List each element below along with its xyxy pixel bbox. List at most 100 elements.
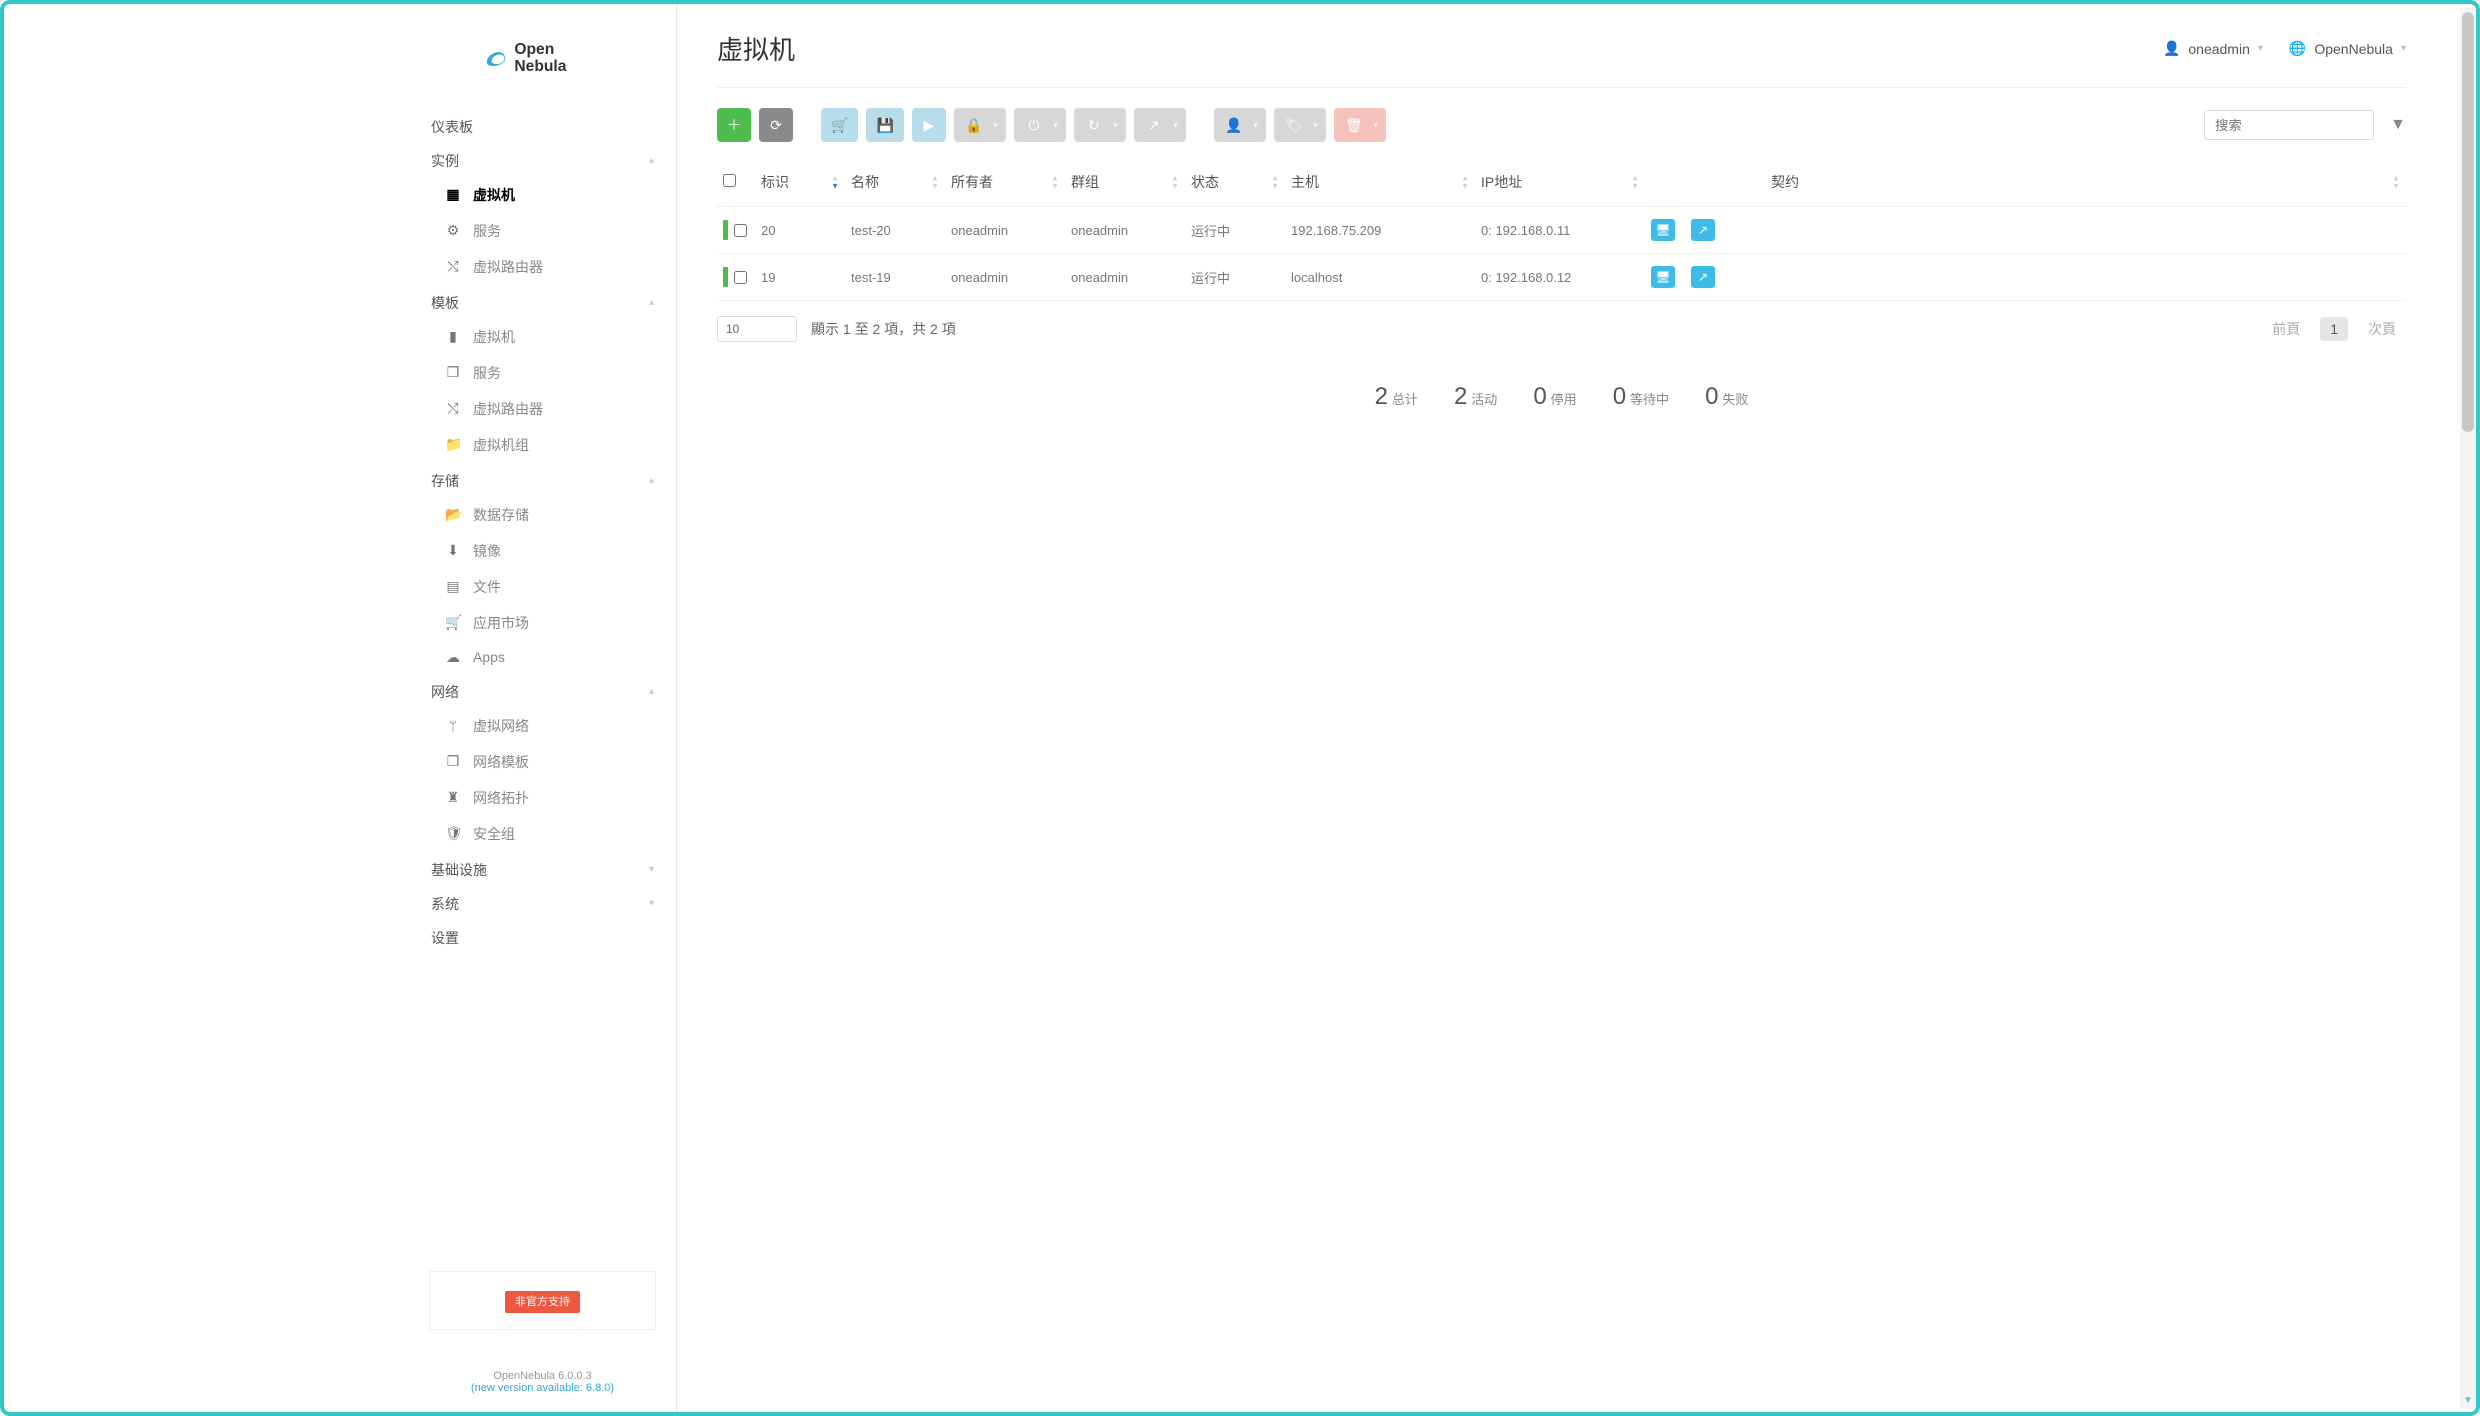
sidebar-item-label: 服务 (473, 363, 501, 383)
lock-menu[interactable]: 🔒 (954, 108, 1006, 142)
external-link-icon: ↗ (1698, 270, 1708, 284)
sidebar-item-tpl-vrouters[interactable]: ⤭ 虚拟路由器 (417, 391, 668, 427)
chevron-down-icon: ▾ (649, 864, 654, 875)
cell-id: 20 (755, 207, 845, 254)
cell-owner: oneadmin (945, 254, 1065, 301)
scroll-thumb[interactable] (2462, 12, 2474, 432)
sidebar-item-vrouters[interactable]: ⤭ 虚拟路由器 (417, 249, 668, 285)
nav-storage[interactable]: 存储 ▴ (417, 463, 668, 497)
col-charter[interactable]: 契约 (1771, 174, 1799, 190)
power-icon: ⏻ (1028, 117, 1039, 134)
shuffle-icon: ⤭ (445, 258, 461, 275)
open-button[interactable]: ↗ (1691, 219, 1715, 241)
label-menu[interactable]: 🏷 (1274, 108, 1326, 142)
sidebar-item-files[interactable]: ▤ 文件 (417, 569, 668, 605)
brand-logo: Open Nebula (409, 22, 676, 109)
owner-menu[interactable]: 👤 (1214, 108, 1266, 142)
migrate-menu[interactable]: ↗ (1134, 108, 1186, 142)
save-button[interactable]: 💾 (866, 108, 903, 142)
col-ip[interactable]: IP地址 (1481, 174, 1522, 190)
scroll-down-icon[interactable]: ▼ (2460, 1395, 2476, 1406)
sidebar-item-services[interactable]: ⚙ 服务 (417, 213, 668, 249)
power-menu[interactable]: ⏻ (1014, 108, 1066, 142)
pager-next[interactable]: 次頁 (2358, 315, 2406, 343)
nav-templates[interactable]: 模板 ▴ (417, 285, 668, 319)
chevron-up-icon: ▴ (649, 475, 654, 486)
chevron-up-icon: ▴ (649, 297, 654, 308)
vm-table: 标识▲▼ 名称▲▼ 所有者▲▼ 群组▲▼ 状态▲▼ 主机▲▼ IP地址▲▼ 契约… (717, 158, 2406, 301)
sidebar-item-topology[interactable]: ♜ 网络拓扑 (417, 780, 668, 816)
refresh-button[interactable]: ⟳ (759, 108, 793, 142)
nav-settings-label: 设置 (431, 928, 459, 948)
user-icon: 👤 (1225, 117, 1242, 134)
nav-network[interactable]: 网络 ▴ (417, 674, 668, 708)
deploy-button[interactable]: 🛒 (821, 108, 858, 142)
shield-icon: 🛡 (445, 825, 461, 842)
nav-instances[interactable]: 实例 ▴ (417, 143, 668, 177)
sidebar-item-tpl-services[interactable]: ❐ 服务 (417, 355, 668, 391)
nav-infra[interactable]: 基础设施 ▾ (417, 852, 668, 886)
sidebar-item-vnets[interactable]: ᛘ 虚拟网络 (417, 708, 668, 744)
col-group[interactable]: 群组 (1071, 174, 1099, 190)
nav-system[interactable]: 系统 ▾ (417, 886, 668, 920)
play-button[interactable]: ▶ (912, 108, 946, 142)
col-name[interactable]: 名称 (851, 174, 879, 190)
delete-menu[interactable]: 🗑 (1334, 108, 1386, 142)
col-id[interactable]: 标识 (761, 174, 789, 190)
sitemap-icon: ♜ (445, 789, 461, 806)
sidebar-item-datastores[interactable]: 📂 数据存储 (417, 497, 668, 533)
cell-owner: oneadmin (945, 207, 1065, 254)
sidebar-item-marketplace[interactable]: 🛒 应用市场 (417, 605, 668, 641)
main-content: 虚拟机 👤 oneadmin ▾ 🌐 OpenNebula ▾ ＋ ⟳ 🛒 💾 (677, 4, 2446, 1412)
row-checkbox[interactable] (734, 224, 747, 237)
svg-text:Nebula: Nebula (514, 58, 566, 75)
sidebar-item-label: 虚拟路由器 (473, 399, 543, 419)
external-link-icon: ↗ (1698, 223, 1708, 237)
sidebar-item-apps[interactable]: ☁ Apps (417, 641, 668, 674)
row-checkbox[interactable] (734, 271, 747, 284)
sidebar-item-images[interactable]: ⬇ 镜像 (417, 533, 668, 569)
col-status[interactable]: 状态 (1191, 174, 1219, 190)
user-menu[interactable]: 👤 oneadmin ▾ (2163, 40, 2263, 57)
vnc-button[interactable]: 🖥 (1651, 266, 1675, 288)
sidebar-item-secgroups[interactable]: 🛡 安全组 (417, 816, 668, 852)
copy-icon: ❐ (445, 753, 461, 770)
cell-ip: 0: 192.168.0.11 (1475, 207, 1645, 254)
scrollbar[interactable]: ▲ ▼ (2460, 8, 2476, 1408)
col-owner[interactable]: 所有者 (951, 174, 993, 190)
select-all-checkbox[interactable] (723, 174, 736, 187)
sidebar-item-label: 应用市场 (473, 613, 529, 633)
sidebar-item-vm[interactable]: ▦ 虚拟机 (417, 177, 668, 213)
cart-icon: 🛒 (445, 614, 461, 631)
col-host[interactable]: 主机 (1291, 174, 1319, 190)
zone-name: OpenNebula (2314, 41, 2393, 57)
add-button[interactable]: ＋ (717, 108, 751, 142)
vnc-button[interactable]: 🖥 (1651, 219, 1675, 241)
search-input[interactable] (2204, 110, 2374, 140)
table-row[interactable]: 19 test-19 oneadmin oneadmin 运行中 localho… (717, 254, 2406, 301)
archive-icon: ▤ (445, 578, 461, 595)
pager-page-1[interactable]: 1 (2320, 317, 2348, 341)
pager-prev[interactable]: 前頁 (2262, 315, 2310, 343)
cell-name: test-19 (845, 254, 945, 301)
zone-menu[interactable]: 🌐 OpenNebula ▾ (2289, 40, 2406, 57)
nav-settings[interactable]: 设置 (417, 920, 668, 954)
file-icon: ▮ (445, 328, 461, 345)
refresh-icon: ⟳ (770, 117, 782, 134)
recover-menu[interactable]: ↻ (1074, 108, 1126, 142)
nav-templates-label: 模板 (431, 293, 459, 313)
sidebar-item-tpl-vmgroups[interactable]: 📁 虚拟机组 (417, 427, 668, 463)
sidebar-item-label: 虚拟机组 (473, 435, 529, 455)
update-link[interactable]: (new version available: 6.8.0) (471, 1382, 614, 1394)
play-icon: ▶ (923, 117, 934, 134)
table-row[interactable]: 20 test-20 oneadmin oneadmin 运行中 192.168… (717, 207, 2406, 254)
globe-icon: 🌐 (2289, 40, 2306, 57)
nav-dashboard[interactable]: 仪表板 (417, 109, 668, 143)
open-button[interactable]: ↗ (1691, 266, 1715, 288)
pagesize-input[interactable] (717, 316, 797, 342)
sidebar-item-vnet-templates[interactable]: ❐ 网络模板 (417, 744, 668, 780)
showing-text: 顯示 1 至 2 項，共 2 項 (811, 319, 956, 339)
sidebar-item-tpl-vm[interactable]: ▮ 虚拟机 (417, 319, 668, 355)
download-icon: ⬇ (445, 542, 461, 559)
filter-icon[interactable]: ▼ (2390, 116, 2406, 134)
